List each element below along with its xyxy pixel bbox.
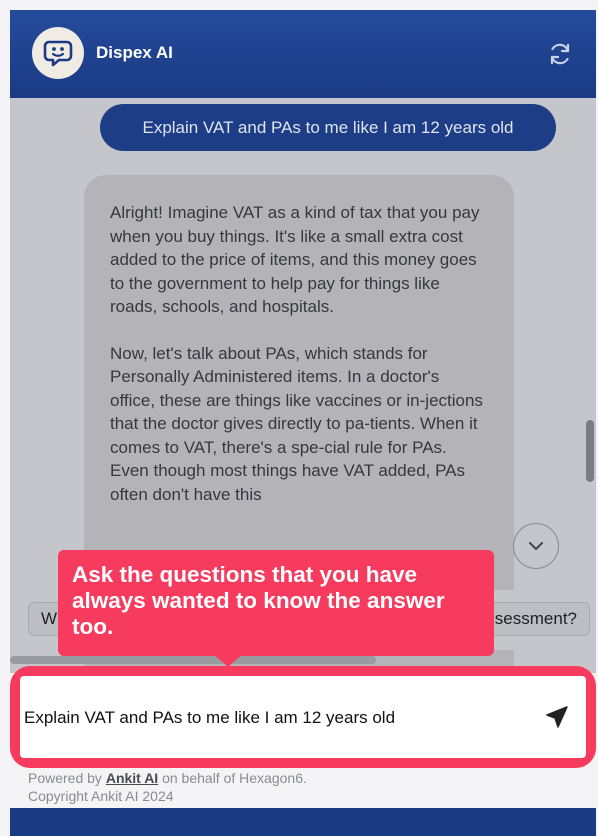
send-icon [546,706,568,728]
chevron-down-icon [528,541,544,551]
bot-avatar [32,27,84,79]
bot-paragraph: Alright! Imagine VAT as a kind of tax th… [110,203,480,316]
chat-bubble-icon [43,40,73,67]
footer: Powered by Ankit AI on behalf of Hexagon… [28,769,307,805]
copyright: Copyright Ankit AI 2024 [28,788,174,804]
send-button[interactable] [544,704,570,730]
bottom-bar [10,808,596,836]
onboarding-tooltip: Ask the questions that you have always w… [58,550,494,656]
message-input[interactable] [20,708,540,728]
message-input-container [20,676,586,758]
input-highlight [10,666,596,768]
refresh-button[interactable] [546,40,574,68]
powered-by: Powered by Ankit AI on behalf of Hexagon… [28,769,307,787]
bot-paragraph: Now, let's talk about PAs, which stands … [110,343,483,504]
chat-header: Dispex AI [10,10,596,98]
suggestions-scrollbar[interactable] [10,656,376,664]
user-message: Explain VAT and PAs to me like I am 12 y… [100,104,556,151]
refresh-icon [550,43,570,65]
app-title: Dispex AI [96,43,173,62]
ankit-ai-link[interactable]: Ankit AI [106,770,158,786]
vertical-scrollbar[interactable] [586,420,594,482]
powered-suffix: on behalf of Hexagon6. [158,770,307,786]
scroll-to-bottom-button[interactable] [513,523,559,569]
powered-prefix: Powered by [28,770,106,786]
